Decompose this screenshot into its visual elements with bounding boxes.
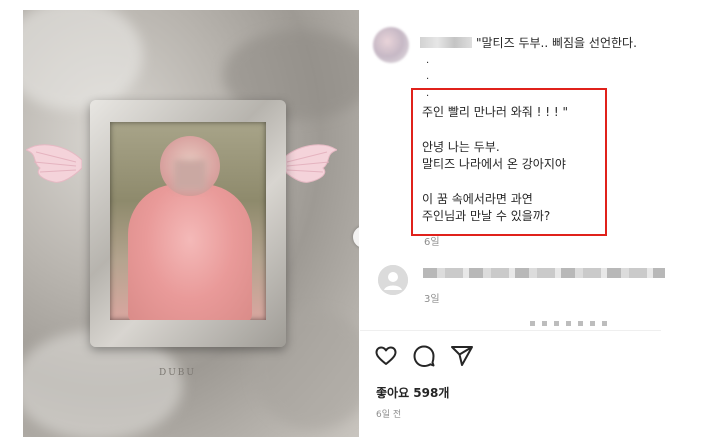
post-date[interactable]: 6일 전 — [376, 407, 401, 420]
comment-text-blurred — [423, 268, 665, 278]
caption-dot: . — [426, 71, 430, 82]
caption-line: 주인님과 만날 수 있을까? — [422, 209, 551, 223]
caption-first-line: "말티즈 두부.. 삐짐을 선언한다. — [476, 36, 637, 50]
more-comments-blurred — [530, 321, 614, 326]
author-avatar[interactable] — [373, 27, 409, 63]
commenter-avatar[interactable] — [378, 265, 408, 295]
framed-photo — [110, 122, 266, 320]
caption-line: 주인 빨리 만나러 와줘 ! ! ! " — [422, 105, 569, 119]
comment-icon[interactable] — [412, 344, 436, 368]
post-details-panel: "말티즈 두부.. 삐짐을 선언한다. . . . 주인 빨리 만나러 와줘 !… — [360, 10, 665, 437]
send-icon[interactable] — [450, 344, 474, 368]
frame-caption: DUBU — [159, 368, 196, 378]
caption-line: 이 꿈 속에서라면 과연 — [422, 192, 533, 206]
likes-count[interactable]: 좋아요 598개 — [376, 384, 449, 401]
angel-wing-right — [281, 144, 337, 183]
caption-line: 안녕 나는 두부. — [422, 140, 500, 154]
post-image[interactable]: DUBU — [23, 10, 359, 437]
pink-dress-figure — [128, 184, 252, 320]
angel-wing-left — [26, 144, 82, 183]
next-image-button[interactable] — [353, 226, 359, 248]
caption-dot: . — [426, 55, 430, 66]
default-user-icon — [378, 265, 408, 295]
fabric-fold — [23, 10, 143, 110]
author-username-blurred[interactable] — [420, 37, 472, 48]
ornate-picture-frame — [90, 100, 286, 347]
caption-time: 6일 — [424, 237, 440, 248]
chevron-right-icon — [353, 226, 359, 248]
divider — [360, 330, 661, 331]
caption-line: 말티즈 나라에서 온 강아지야 — [422, 157, 566, 171]
heart-icon[interactable] — [374, 344, 398, 368]
comment-time: 3일 — [424, 294, 440, 305]
blurred-face — [174, 160, 206, 190]
